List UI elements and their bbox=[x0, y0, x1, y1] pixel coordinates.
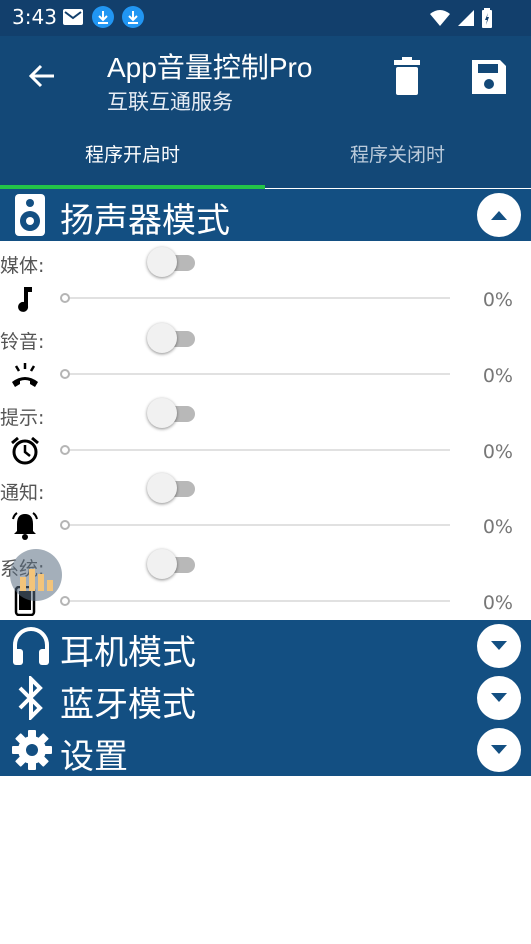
ringtone-label: 铃音: bbox=[0, 331, 45, 353]
notification-volume-slider[interactable] bbox=[60, 518, 452, 532]
ringtone-switch[interactable] bbox=[147, 323, 195, 353]
headphones-section-header[interactable]: 耳机模式 bbox=[0, 620, 531, 672]
media-switch[interactable] bbox=[147, 247, 195, 277]
phone-ring-icon bbox=[12, 363, 38, 387]
speaker-icon bbox=[15, 194, 45, 236]
headphones-icon bbox=[13, 627, 49, 665]
notification-percent: 0% bbox=[482, 516, 513, 538]
status-bar: 3:43 bbox=[0, 0, 531, 36]
gear-icon bbox=[12, 730, 52, 770]
app-bar: App音量控制Pro 互联互通服务 bbox=[0, 36, 531, 118]
chevron-down-icon bbox=[491, 693, 507, 702]
bluetooth-icon bbox=[18, 676, 43, 720]
media-label: 媒体: bbox=[0, 255, 45, 277]
app-subtitle: 互联互通服务 bbox=[107, 90, 233, 114]
speaker-section-header[interactable]: 扬声器模式 bbox=[0, 189, 531, 241]
alert-label: 提示: bbox=[0, 407, 45, 429]
ringtone-volume-slider[interactable] bbox=[60, 367, 452, 381]
system-switch[interactable] bbox=[147, 549, 195, 579]
app-title: App音量控制Pro bbox=[107, 52, 313, 83]
notification-label: 通知: bbox=[0, 482, 45, 504]
expand-button[interactable] bbox=[477, 676, 521, 720]
tab-program-closed[interactable]: 程序关闭时 bbox=[265, 118, 530, 188]
alert-switch[interactable] bbox=[147, 398, 195, 428]
battery-icon bbox=[482, 8, 492, 28]
alarm-clock-icon bbox=[11, 436, 39, 465]
download-icon bbox=[122, 6, 144, 28]
media-percent: 0% bbox=[482, 289, 513, 311]
trash-icon[interactable] bbox=[386, 56, 428, 98]
music-note-icon bbox=[18, 287, 32, 312]
headphones-section-title: 耳机模式 bbox=[60, 634, 196, 672]
settings-section-title: 设置 bbox=[60, 738, 128, 776]
alert-volume-slider[interactable] bbox=[60, 443, 452, 457]
expand-button[interactable] bbox=[477, 728, 521, 772]
download-icon bbox=[92, 6, 114, 28]
signal-icon bbox=[458, 10, 474, 26]
gmail-icon bbox=[63, 9, 83, 25]
notification-switch[interactable] bbox=[147, 473, 195, 503]
tab-bar: 程序开启时 程序关闭时 bbox=[0, 118, 531, 188]
save-icon[interactable] bbox=[468, 56, 510, 98]
bluetooth-section-header[interactable]: 蓝牙模式 bbox=[0, 672, 531, 724]
system-status-icons bbox=[429, 8, 493, 28]
chevron-up-icon bbox=[491, 211, 507, 220]
system-percent: 0% bbox=[482, 592, 513, 614]
expand-button[interactable] bbox=[477, 624, 521, 668]
chevron-down-icon bbox=[491, 745, 507, 754]
alert-percent: 0% bbox=[482, 441, 513, 463]
back-arrow-icon[interactable] bbox=[24, 58, 60, 94]
settings-section-header[interactable]: 设置 bbox=[0, 724, 531, 776]
status-time: 3:43 bbox=[12, 5, 57, 29]
system-volume-slider[interactable] bbox=[60, 594, 452, 608]
media-volume-slider[interactable] bbox=[60, 291, 452, 305]
bluetooth-section-title: 蓝牙模式 bbox=[60, 686, 196, 724]
ringtone-percent: 0% bbox=[482, 365, 513, 387]
floating-equalizer-button[interactable] bbox=[10, 549, 62, 601]
wifi-icon bbox=[430, 10, 450, 26]
chevron-down-icon bbox=[491, 641, 507, 650]
notification-icons bbox=[62, 6, 144, 28]
bell-icon bbox=[12, 512, 38, 540]
app-screen: 3:43 App音量控制Pro 互联互通服务 程序开启时 程序关闭时 扬声器模式… bbox=[0, 0, 531, 944]
collapse-button[interactable] bbox=[477, 193, 521, 237]
tab-program-open[interactable]: 程序开启时 bbox=[0, 118, 265, 188]
speaker-section-title: 扬声器模式 bbox=[60, 202, 230, 240]
